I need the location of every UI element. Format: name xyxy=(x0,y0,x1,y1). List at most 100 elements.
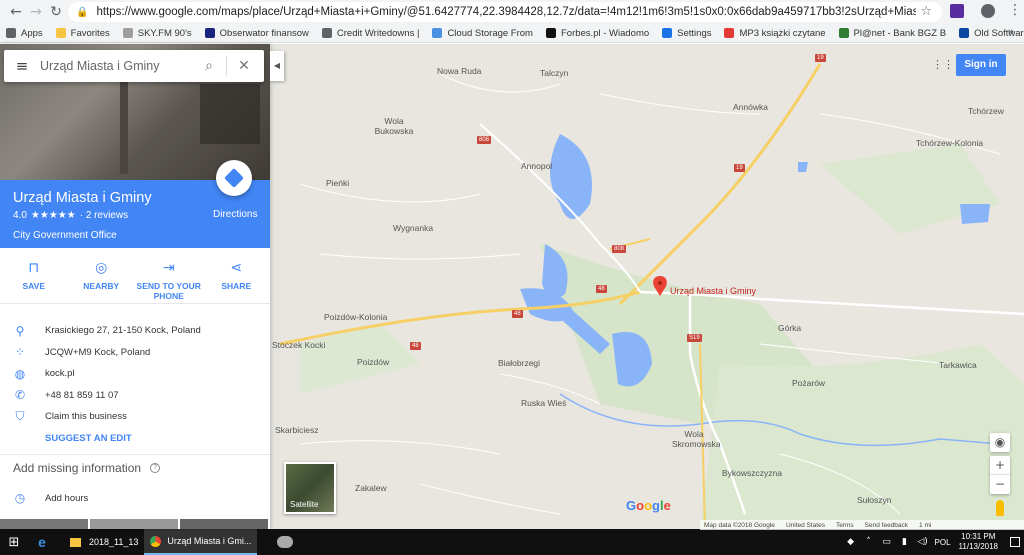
map-label[interactable]: Annówka xyxy=(733,102,768,112)
back-arrow-icon[interactable]: ← xyxy=(6,4,26,20)
map-label[interactable]: Talczyn xyxy=(540,68,568,78)
directions-label[interactable]: Directions xyxy=(213,209,257,220)
bookmark-item[interactable]: Pl@net - Bank BGZ B xyxy=(838,28,946,39)
search-icon[interactable]: ⌕ xyxy=(196,58,222,74)
volume-icon[interactable]: ◁) xyxy=(917,537,929,547)
directions-button[interactable] xyxy=(216,160,252,196)
map-label[interactable]: Annopol xyxy=(521,161,552,171)
scale-label[interactable]: 1 mi xyxy=(919,522,931,529)
map-label[interactable]: Poizdów xyxy=(357,357,389,367)
address-bar[interactable]: 🔒 https://www.google.com/maps/place/Urzą… xyxy=(68,2,942,22)
map-label[interactable]: Ruska Wieś xyxy=(521,398,566,408)
taskbar-item-chrome[interactable]: Urząd Miasta i Gmi... xyxy=(144,529,258,555)
language-indicator[interactable]: POL xyxy=(935,538,951,547)
bookmark-item[interactable]: SKY.FM 90's xyxy=(122,27,192,39)
map-label[interactable]: Pożarów xyxy=(792,378,825,388)
reload-icon[interactable]: ↻ xyxy=(46,4,66,20)
map-label[interactable]: Skarbiciesz xyxy=(275,425,318,435)
place-info-list: ⚲ Krasickiego 27, 21-150 Kock, Poland ⁘ JCQ… xyxy=(0,320,270,428)
bookmarks-overflow-icon[interactable]: » xyxy=(1008,26,1014,38)
send-feedback-link[interactable]: Send feedback xyxy=(865,522,908,529)
bookmark-item[interactable]: Old Software Downl xyxy=(959,28,1024,39)
taskbar-item-folder[interactable]: 2018_11_13 xyxy=(64,529,144,555)
menu-icon[interactable]: ≡ xyxy=(4,57,40,75)
region-link[interactable]: United States xyxy=(786,522,825,529)
cloud-icon xyxy=(432,28,443,38)
map-label[interactable]: Bykowszczyzna xyxy=(722,468,782,478)
map-label[interactable]: Tchórzew xyxy=(968,106,1004,116)
battery-icon[interactable]: ▮ xyxy=(899,537,911,547)
bookmark-item[interactable]: MP3 książki czytane xyxy=(724,28,826,39)
send-to-your-phone-action[interactable]: ⇥ SEND TO YOUR PHONE xyxy=(135,248,203,303)
security-shield-icon[interactable]: ◆ xyxy=(845,537,857,547)
windows-start-icon[interactable]: ⊞ xyxy=(0,535,28,550)
info-row[interactable]: ⁘ JCQW+M9 Kock, Poland xyxy=(0,342,270,364)
info-row[interactable]: ⛉ Claim this business xyxy=(0,406,270,428)
map-label[interactable]: Poizdów-Kolonia xyxy=(324,312,387,322)
nearby-action[interactable]: ◎ NEARBY xyxy=(68,248,136,303)
browser-menu-icon[interactable]: ⋮ xyxy=(1008,2,1022,18)
bookmark-item[interactable]: Cloud Storage From xyxy=(432,28,533,39)
edge-browser-icon[interactable]: e xyxy=(28,534,56,550)
zoom-out-button[interactable]: − xyxy=(990,475,1010,494)
taskbar-item-label: 2018_11_13 xyxy=(89,537,139,547)
url-text[interactable]: https://www.google.com/maps/place/Urząd+… xyxy=(96,6,916,18)
show-hidden-icons-icon[interactable]: ˄ xyxy=(863,537,875,547)
map-label[interactable]: Białobrzegi xyxy=(498,358,540,368)
info-row[interactable]: ⚲ Krasickiego 27, 21-150 Kock, Poland xyxy=(0,320,270,342)
place-title: Urząd Miasta i Gminy xyxy=(13,190,152,206)
notifications-icon[interactable] xyxy=(1010,537,1020,547)
my-location-icon[interactable]: ◉ xyxy=(990,433,1010,452)
bookmark-star-icon[interactable]: ☆ xyxy=(920,4,932,19)
bookmark-item[interactable]: Credit Writedowns | xyxy=(321,28,419,39)
map-label[interactable]: Stoczek Kocki xyxy=(272,340,325,350)
place-pin-label[interactable]: Urząd Miasta i Gminy xyxy=(670,286,756,296)
suggest-edit-button[interactable]: SUGGEST AN EDIT xyxy=(45,433,132,444)
info-row[interactable]: ◍ kock.pl xyxy=(0,363,270,385)
bookmark-label: SKY.FM 90's xyxy=(137,27,192,39)
road-number-badge: 48 xyxy=(596,285,607,293)
help-icon[interactable]: ? xyxy=(150,463,161,473)
share-action[interactable]: ⋖ SHARE xyxy=(203,248,271,303)
close-icon[interactable]: ✕ xyxy=(231,58,257,74)
network-icon[interactable]: ▭ xyxy=(881,537,893,547)
forward-arrow-icon[interactable]: → xyxy=(26,4,46,20)
map-label[interactable]: Pieńki xyxy=(326,178,349,188)
reviews-link[interactable]: · 2 reviews xyxy=(80,210,128,221)
google-logo: Google xyxy=(626,498,671,513)
place-category[interactable]: City Government Office xyxy=(13,230,117,241)
map-label[interactable]: Tarkawica xyxy=(939,360,977,370)
chrome-icon xyxy=(150,535,162,547)
add-hours-row[interactable]: ◷ Add hours xyxy=(0,488,89,508)
bookmark-item[interactable]: Forbes.pl - Wiadomo xyxy=(545,28,649,39)
extension-icon[interactable] xyxy=(950,4,964,18)
bookmark-item[interactable]: Settings xyxy=(662,28,711,39)
clock[interactable]: 10:31 PM 11/13/2018 xyxy=(959,532,998,552)
map-label[interactable]: Tchórzew-Kolonia xyxy=(916,138,983,148)
zoom-in-button[interactable]: + xyxy=(990,456,1010,475)
bookmark-item[interactable]: Obserwator finansow xyxy=(204,28,309,39)
sign-in-button[interactable]: Sign in xyxy=(956,54,1006,76)
profile-icon[interactable] xyxy=(981,4,995,18)
map-label[interactable]: Wola Bukowska xyxy=(374,116,414,136)
map-label[interactable]: Wygnanka xyxy=(393,223,433,233)
save-action[interactable]: ⊓ SAVE xyxy=(0,248,68,303)
map-label[interactable]: Sułoszyn xyxy=(857,495,892,505)
search-input[interactable] xyxy=(40,59,196,73)
pegman-icon[interactable] xyxy=(990,498,1010,518)
bookmark-item[interactable]: Favorites xyxy=(55,28,110,39)
verified-shield-icon: ⛉ xyxy=(15,409,25,424)
rating-stars: ★★★★★ xyxy=(30,210,76,221)
terms-link[interactable]: Terms xyxy=(836,522,854,529)
app-icon[interactable] xyxy=(277,536,294,548)
collapse-panel-button[interactable]: ◀ xyxy=(270,51,284,81)
bookmark-item[interactable]: Apps xyxy=(6,28,43,39)
map-label[interactable]: Zakalew xyxy=(355,483,387,493)
map-label[interactable]: Nowa Ruda xyxy=(437,66,481,76)
gear-icon xyxy=(662,28,673,38)
satellite-toggle[interactable]: Satellite xyxy=(284,462,336,514)
info-row[interactable]: ✆ +48 81 859 11 07 xyxy=(0,385,270,407)
map-label[interactable]: Górka xyxy=(778,323,801,333)
map-label[interactable]: Wola Skromowska xyxy=(672,429,721,449)
photo-thumbnails[interactable] xyxy=(0,519,270,529)
